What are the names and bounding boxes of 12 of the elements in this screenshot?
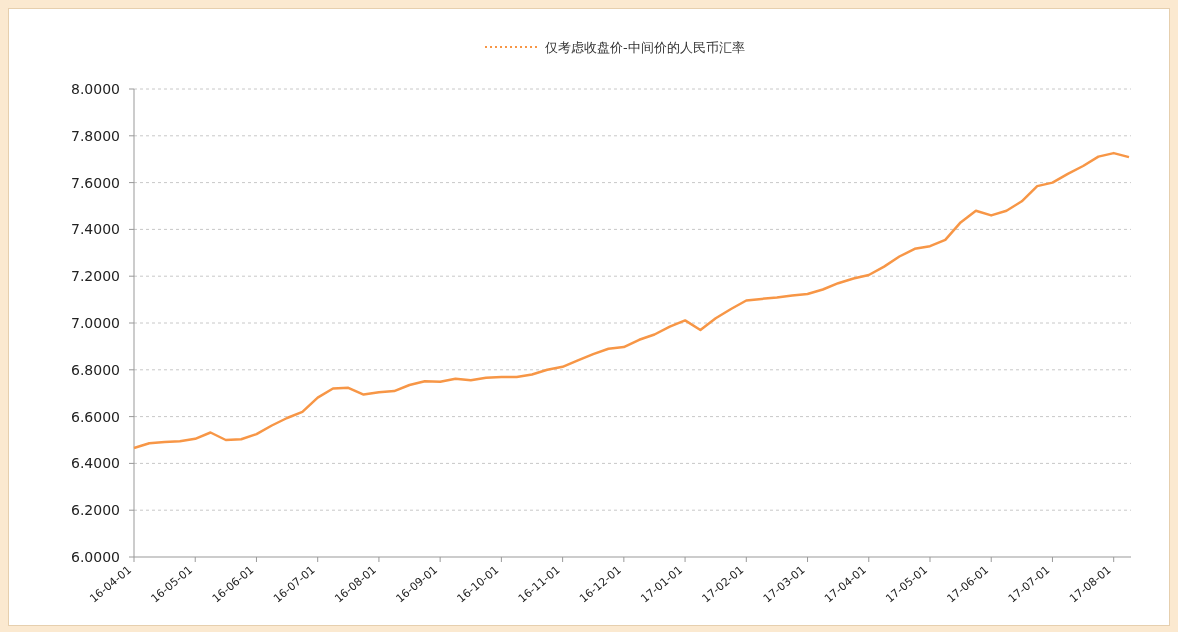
y-axis-label: 7.6000 <box>71 174 120 191</box>
y-axis-label: 8.0000 <box>71 81 120 97</box>
y-axis-label: 7.8000 <box>71 127 120 144</box>
y-axis-label: 7.2000 <box>71 268 120 285</box>
y-axis-label: 6.4000 <box>71 455 120 472</box>
y-axis-label: 6.6000 <box>71 408 120 425</box>
y-axis-label: 6.2000 <box>71 502 120 519</box>
legend-label: 仅考虑收盘价-中间价的人民币汇率 <box>545 40 745 55</box>
y-axis-label: 7.4000 <box>71 221 120 238</box>
y-axis-label: 7.0000 <box>71 315 120 331</box>
y-axis-label: 6.0000 <box>71 549 120 565</box>
y-axis-label: 6.8000 <box>71 361 120 378</box>
